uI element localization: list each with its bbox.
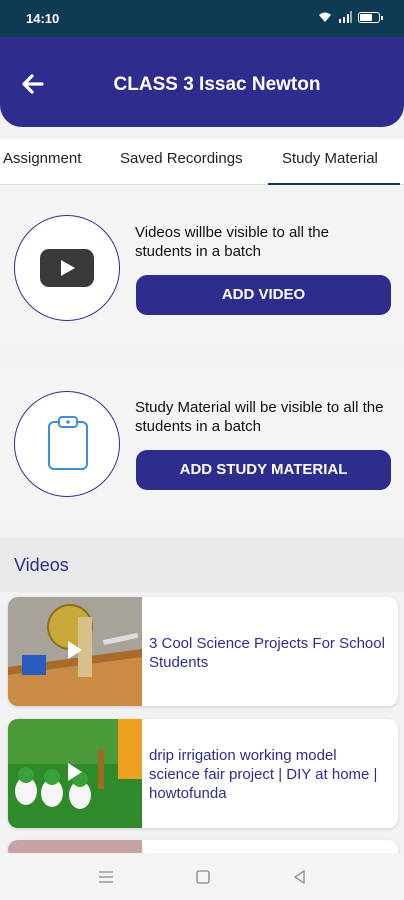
- video-title: 3 Cool Science Projects For School Stude…: [149, 635, 385, 671]
- back-triangle-icon[interactable]: [290, 867, 310, 887]
- study-material-description: Study Material will be visible to all th…: [135, 399, 384, 435]
- video-icon-circle: [14, 215, 120, 321]
- menu-icon[interactable]: [96, 867, 116, 887]
- wifi-icon: [319, 12, 331, 22]
- home-square-icon[interactable]: [193, 867, 213, 887]
- play-icon: [68, 763, 82, 781]
- tab-bar: Assignment Saved Recordings Study Materi…: [0, 139, 404, 185]
- add-study-material-button[interactable]: ADD STUDY MATERIAL: [136, 450, 391, 490]
- page-title: CLASS 3 Issac Newton: [113, 74, 321, 95]
- clipboard-icon: [48, 416, 88, 470]
- study-icon-circle: [14, 391, 120, 497]
- tab-saved-recordings[interactable]: Saved Recordings: [120, 150, 243, 167]
- status-bar: 14:10: [0, 0, 404, 37]
- youtube-play-icon: [40, 249, 94, 287]
- app-bar: CLASS 3 Issac Newton: [0, 37, 404, 127]
- system-nav-bar: [0, 853, 404, 900]
- videos-section-header: Videos: [0, 538, 404, 592]
- add-video-card: Videos willbe visible to all the student…: [0, 193, 404, 348]
- signal-icon: [339, 11, 352, 23]
- status-icons: [318, 11, 383, 23]
- video-list-item[interactable]: drip irrigation working model science fa…: [8, 719, 398, 828]
- video-thumbnail: [8, 719, 142, 828]
- add-study-material-card: Study Material will be visible to all th…: [0, 364, 404, 524]
- tab-study-material[interactable]: Study Material: [282, 150, 378, 167]
- video-title: drip irrigation working model science fa…: [149, 747, 378, 802]
- video-list-item[interactable]: 3 Cool Science Projects For School Stude…: [8, 597, 398, 706]
- status-time: 14:10: [26, 11, 60, 26]
- tab-assignment[interactable]: Assignment: [3, 150, 81, 167]
- battery-icon: [358, 11, 383, 23]
- video-thumbnail: [8, 597, 142, 706]
- videos-heading: Videos: [14, 555, 69, 575]
- play-icon: [68, 641, 82, 659]
- add-video-button[interactable]: ADD VIDEO: [136, 275, 391, 315]
- active-tab-indicator: [268, 183, 400, 185]
- video-description: Videos willbe visible to all the student…: [135, 224, 329, 260]
